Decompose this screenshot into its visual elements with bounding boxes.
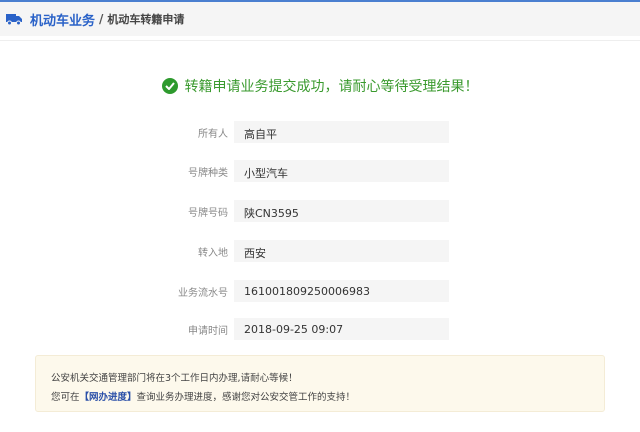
field-label: 业务流水号 [178, 288, 228, 299]
success-message: 转籍申请业务提交成功，请耐心等待受理结果！ [184, 79, 479, 95]
breadcrumb: 机动车业务 / 机动车转籍申请 [0, 2, 640, 36]
breadcrumb-separator: / [99, 12, 104, 26]
notice-line-2: 您可在【网办进度】查询业务办理进度，感谢您对公安交管工作的支持！ [51, 388, 604, 407]
field-value: 陕CN3595 [234, 200, 449, 222]
field-value: 西安 [234, 240, 449, 262]
breadcrumb-current: 机动车转籍申请 [107, 13, 185, 26]
field-label: 转入地 [198, 248, 228, 259]
notice-text: 查询业务办理进度，感谢您对公安交管工作的支持！ [136, 392, 356, 403]
truck-icon [6, 13, 22, 25]
field-destination: 转入地 西安 [0, 240, 640, 262]
field-value: 高自平 [234, 121, 449, 143]
success-banner: 转籍申请业务提交成功，请耐心等待受理结果！ [0, 76, 640, 96]
field-value: 2018-09-25 09:07 [234, 318, 449, 340]
breadcrumb-section-link[interactable]: 机动车业务 [30, 10, 95, 29]
field-plate-number: 号牌号码 陕CN3595 [0, 200, 640, 222]
notice-text: 您可在 [51, 392, 80, 403]
notice-line-1: 公安机关交通管理部门将在3个工作日内办理,请耐心等候！ [51, 373, 298, 384]
field-label: 号牌号码 [188, 208, 228, 219]
progress-link[interactable]: 【网办进度】 [80, 392, 137, 403]
field-label: 申请时间 [188, 326, 228, 337]
field-plate-type: 号牌种类 小型汽车 [0, 160, 640, 182]
field-label: 所有人 [198, 129, 228, 140]
field-apply-time: 申请时间 2018-09-25 09:07 [0, 318, 640, 340]
field-serial-number: 业务流水号 161001809250006983 [0, 280, 640, 302]
field-owner: 所有人 高自平 [0, 121, 640, 143]
field-value: 小型汽车 [234, 160, 449, 182]
divider [0, 40, 640, 41]
field-value: 161001809250006983 [234, 280, 449, 302]
notice-box: 公安机关交通管理部门将在3个工作日内办理,请耐心等候！ 您可在【网办进度】查询业… [35, 355, 605, 412]
check-circle-icon [161, 78, 178, 94]
field-label: 号牌种类 [188, 168, 228, 179]
